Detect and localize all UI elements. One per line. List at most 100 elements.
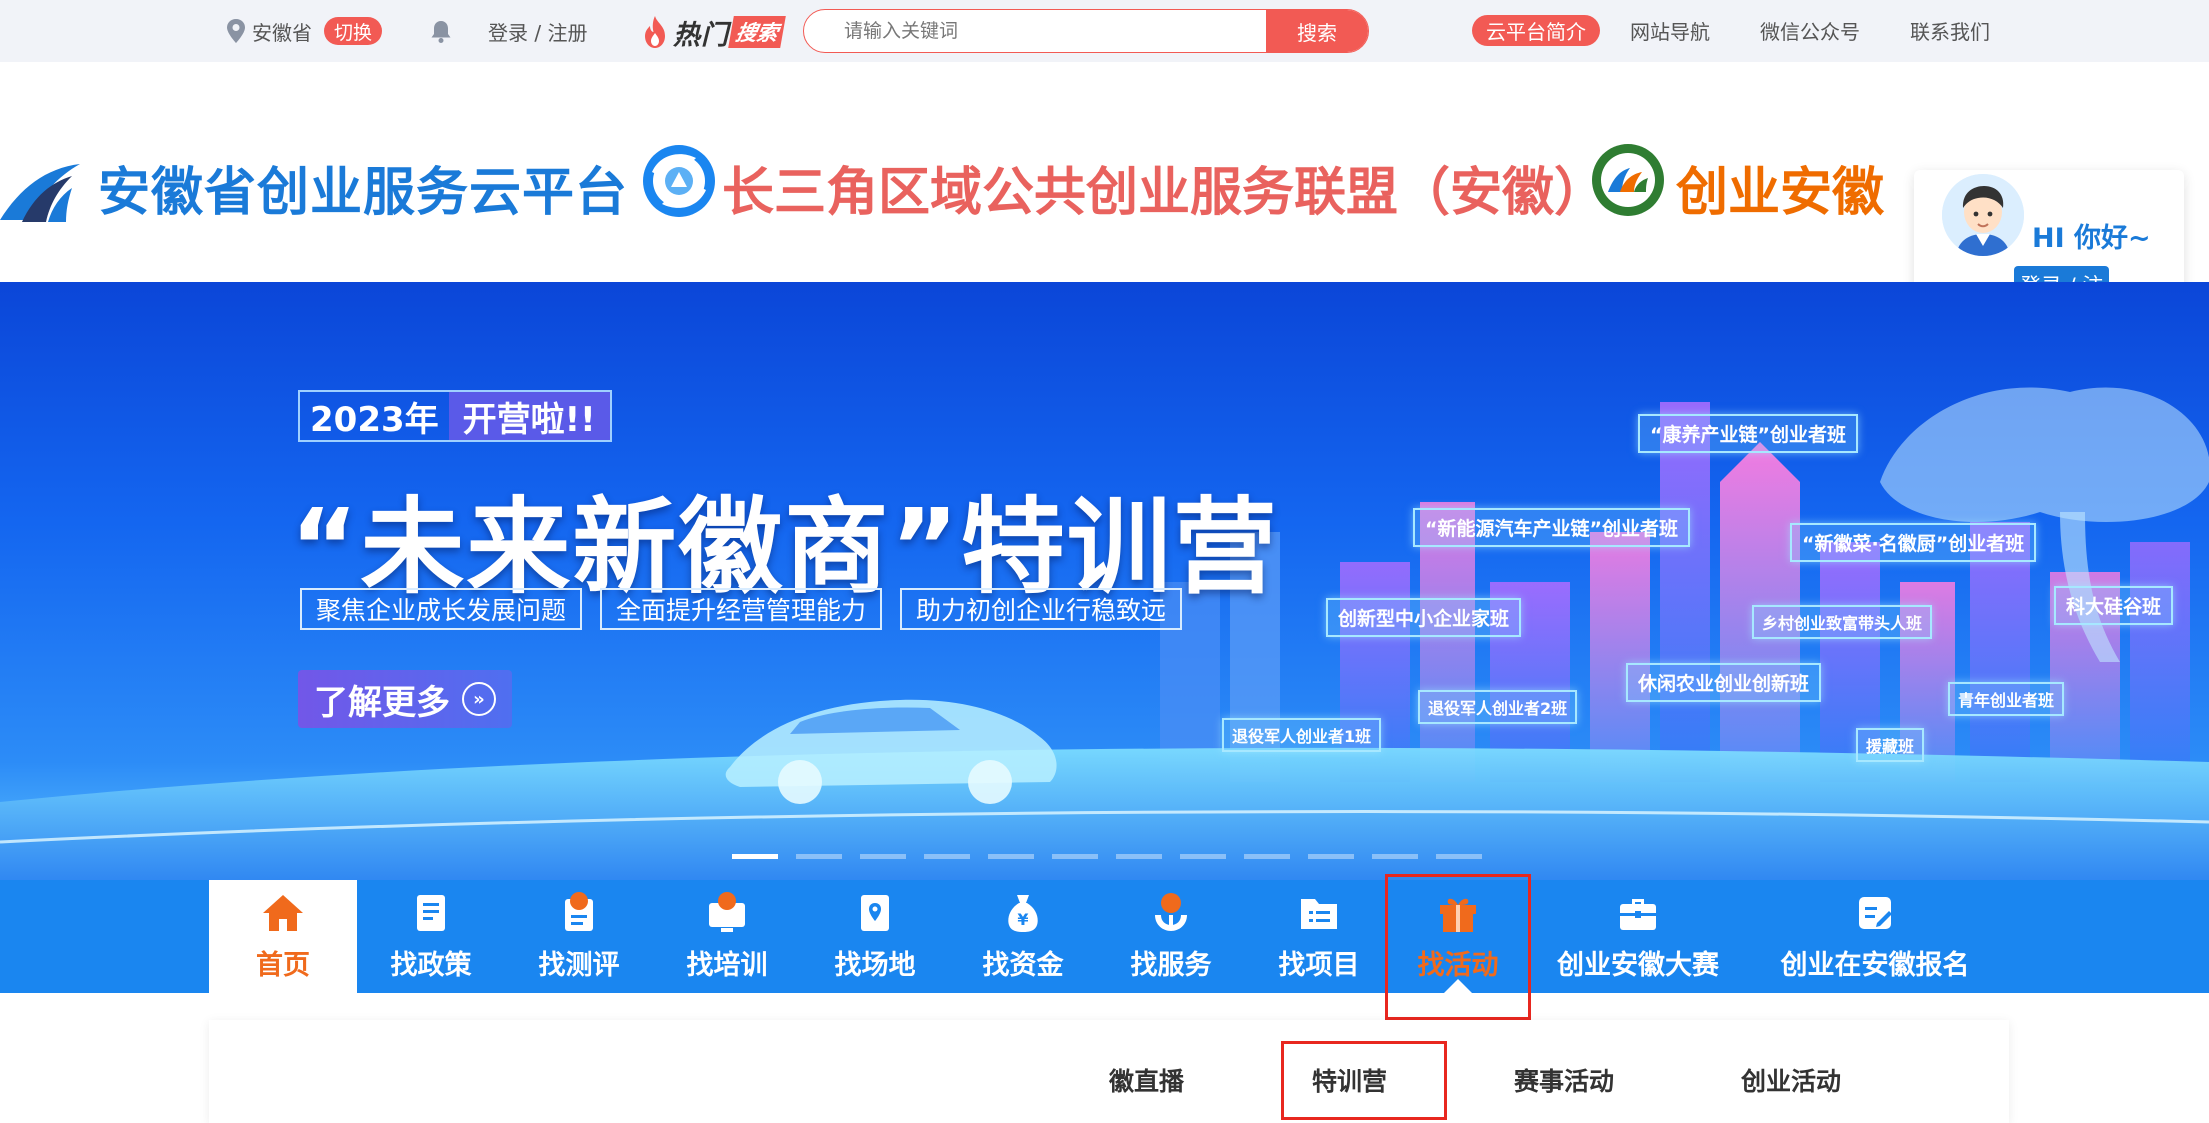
- bell-icon[interactable]: [428, 18, 454, 44]
- class-tag: 休闲农业创业创新班: [1626, 663, 1822, 702]
- hero-banner[interactable]: 2023年 开营啦!! “未来新徽商”特训营 聚焦企业成长发展问题 全面提升经营…: [0, 282, 2209, 882]
- carousel-dot[interactable]: [1052, 854, 1098, 859]
- nav-item-home[interactable]: 首页: [209, 880, 357, 993]
- class-tag: “新徽菜·名徽厨”创业者班: [1790, 523, 2037, 562]
- location-selector[interactable]: 安徽省 切换: [226, 15, 383, 47]
- sub-nav: 徽直播 特训营 赛事活动 创业活动: [209, 1020, 2009, 1123]
- nav-item-registration[interactable]: 创业在安徽报名: [1757, 880, 1993, 993]
- banner-tag: 全面提升经营管理能力: [600, 588, 883, 630]
- nav-label: 找培训: [686, 950, 768, 981]
- carousel-dot[interactable]: [1308, 854, 1354, 859]
- carousel-dot[interactable]: [1372, 854, 1418, 859]
- carousel-dot[interactable]: [796, 854, 842, 859]
- top-bar: 安徽省 切换 登录 / 注册 热门 搜索 搜索 云平台简介 网站导航 微信公众号…: [0, 0, 2209, 62]
- class-tag: 退役军人创业者2班: [1418, 690, 1578, 724]
- nav-label: 找测评: [538, 950, 620, 981]
- carousel-dot[interactable]: [1436, 854, 1482, 859]
- carousel-dot[interactable]: [1244, 854, 1290, 859]
- nav-item-project[interactable]: 找项目: [1245, 880, 1393, 993]
- location-text: 安徽省: [252, 20, 312, 45]
- banner-tag: 聚焦企业成长发展问题: [300, 588, 583, 630]
- carousel-dots: [732, 854, 1482, 859]
- hot-search-label: 热门 搜索: [641, 12, 786, 52]
- nav-label: 创业在安徽报名: [1780, 950, 1970, 981]
- subnav-item-competition[interactable]: 赛事活动: [1514, 1062, 1614, 1098]
- search-button[interactable]: 搜索: [1266, 10, 1368, 52]
- search-bar: 搜索: [803, 9, 1369, 53]
- class-tag: “新能源汽车产业链”创业者班: [1413, 508, 1690, 547]
- learn-more-label: 了解更多: [314, 682, 450, 723]
- class-tag: 乡村创业致富带头人班: [1752, 605, 1933, 639]
- nav-item-venue[interactable]: 找场地: [801, 880, 949, 993]
- flame-icon: [645, 16, 665, 48]
- nav-label: 找项目: [1278, 950, 1360, 981]
- nav-label: 找服务: [1130, 950, 1212, 981]
- assessment-icon: [565, 892, 593, 931]
- nav-item-competition[interactable]: 创业安徽大赛: [1545, 880, 1731, 993]
- nav-item-assessment[interactable]: 找测评: [505, 880, 653, 993]
- nav-label: 找资金: [982, 950, 1064, 981]
- nav-label: 找场地: [834, 950, 916, 981]
- nav-item-training[interactable]: 找培训: [653, 880, 801, 993]
- carousel-dot[interactable]: [732, 854, 778, 859]
- open-text: 开营啦!!: [448, 392, 610, 440]
- alliance-logo-icon[interactable]: [640, 142, 718, 220]
- nav-item-funding[interactable]: ¥ 找资金: [949, 880, 1097, 993]
- carousel-dot[interactable]: [860, 854, 906, 859]
- svg-text:¥: ¥: [1017, 910, 1028, 929]
- class-tag: 青年创业者班: [1948, 682, 2065, 716]
- class-tag: “康养产业链”创业者班: [1638, 414, 1858, 453]
- highlight-box-training-camp: [1281, 1041, 1447, 1120]
- home-icon: [263, 895, 303, 931]
- hot-text: 热门: [673, 19, 729, 51]
- year-text: 2023年: [310, 399, 439, 440]
- switch-location-button[interactable]: 切换: [324, 17, 383, 45]
- subnav-item-live[interactable]: 徽直播: [1109, 1062, 1184, 1098]
- service-icon: [1155, 893, 1187, 931]
- nav-label: 首页: [256, 950, 310, 981]
- carousel-dot[interactable]: [1180, 854, 1226, 859]
- banner-tag: 助力初创企业行稳致远: [900, 588, 1183, 630]
- carousel-dot[interactable]: [924, 854, 970, 859]
- class-tag: 援藏班: [1856, 728, 1925, 762]
- class-tag: 退役军人创业者1班: [1222, 718, 1382, 752]
- book-icon: [417, 895, 445, 931]
- platform-logo-icon[interactable]: [0, 142, 86, 232]
- year-badge: 2023年 开营啦!!: [298, 390, 612, 442]
- briefcase-icon: [1620, 899, 1656, 930]
- learn-more-button[interactable]: 了解更多 »: [298, 670, 512, 728]
- search-input[interactable]: [804, 10, 1266, 52]
- brand-title-1[interactable]: 安徽省创业服务云平台: [98, 150, 628, 225]
- avatar: [1942, 174, 2024, 256]
- nav-label: 找政策: [390, 950, 472, 981]
- double-chevron-right-icon: »: [462, 682, 496, 716]
- nav-item-policy[interactable]: 找政策: [357, 880, 505, 993]
- login-register-link[interactable]: 登录 / 注册: [488, 16, 587, 46]
- brand-title-3[interactable]: 创业安徽: [1676, 150, 1884, 225]
- edit-form-icon: [1859, 897, 1892, 929]
- folder-icon: [1301, 899, 1337, 929]
- highlight-box-activity: [1385, 874, 1531, 1020]
- contact-link[interactable]: 联系我们: [1910, 16, 1990, 45]
- nav-item-service[interactable]: 找服务: [1097, 880, 1245, 993]
- map-pin-icon: [861, 895, 889, 931]
- carousel-dot[interactable]: [1116, 854, 1162, 859]
- header: 安徽省创业服务云平台 长三角区域公共创业服务联盟（安徽） 创业安徽 HI 你好~: [0, 62, 2209, 318]
- site-nav-link[interactable]: 网站导航: [1630, 16, 1710, 45]
- class-tag: 创新型中小企业家班: [1326, 598, 1522, 637]
- subnav-item-startup-activity[interactable]: 创业活动: [1741, 1062, 1841, 1098]
- brand-title-2[interactable]: 长三角区域公共创业服务联盟（安徽）: [722, 150, 1606, 225]
- main-nav: 首页 找政策 找测评 找培训 找场地 ¥ 找资金 找服务 找项目 找活动 创业安…: [0, 880, 2209, 993]
- monitor-icon: [709, 892, 745, 932]
- carousel-dot[interactable]: [988, 854, 1034, 859]
- chuangye-anhui-logo-icon[interactable]: [1590, 142, 1666, 218]
- nav-label: 创业安徽大赛: [1557, 950, 1719, 981]
- class-tag: 科大硅谷班: [2054, 586, 2174, 625]
- banner-tags: 聚焦企业成长发展问题 全面提升经营管理能力 助力初创企业行稳致远: [300, 588, 1183, 630]
- money-bag-icon: ¥: [1008, 895, 1038, 932]
- wechat-link[interactable]: 微信公众号: [1760, 16, 1860, 45]
- location-pin-icon: [227, 19, 245, 43]
- greeting-text: HI 你好~: [2032, 223, 2151, 254]
- hot-tag: 搜索: [728, 16, 786, 48]
- platform-intro-button[interactable]: 云平台简介: [1472, 15, 1600, 46]
